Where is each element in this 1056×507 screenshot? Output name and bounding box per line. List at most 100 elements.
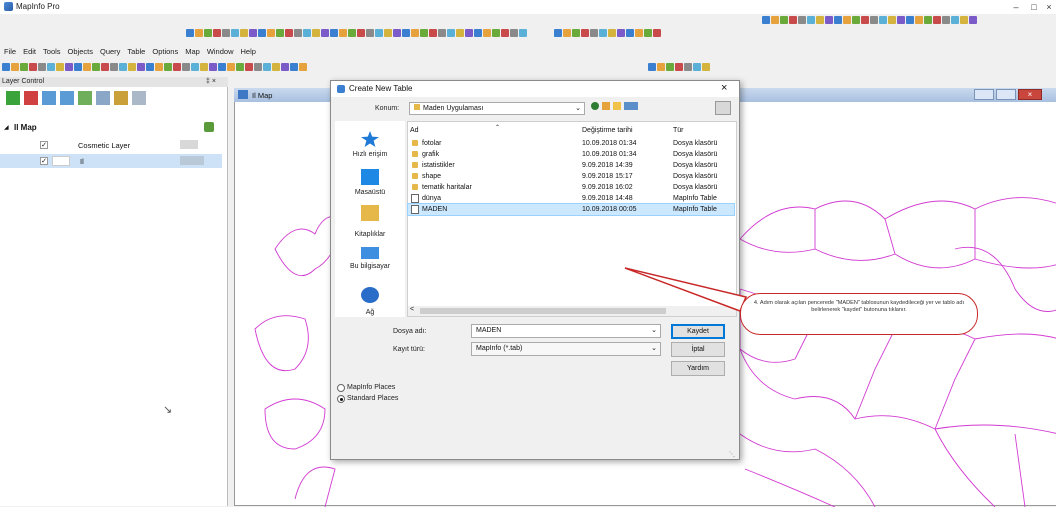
toolbar-tool-icon[interactable] xyxy=(281,62,289,71)
place-libraries[interactable]: Kitaplıklar xyxy=(335,231,405,238)
toolbar-tool-icon[interactable] xyxy=(429,28,437,37)
tools-toolbar[interactable] xyxy=(762,14,977,25)
toolbar-tool-icon[interactable] xyxy=(666,62,674,71)
back-icon[interactable] xyxy=(591,102,599,110)
toolbar-tool-icon[interactable] xyxy=(906,15,914,24)
save-button[interactable]: Kaydet xyxy=(671,324,725,339)
place-desktop[interactable]: Masaüstü xyxy=(335,189,405,196)
radio-mapinfo-places[interactable] xyxy=(337,384,345,392)
toolbar-tool-icon[interactable] xyxy=(222,28,230,37)
column-name[interactable]: Ad xyxy=(410,125,419,136)
cancel-button[interactable]: İptal xyxy=(671,342,725,357)
toolbar-tool-icon[interactable] xyxy=(572,28,580,37)
libraries-icon[interactable] xyxy=(361,205,379,221)
file-row[interactable]: fotolar 10.09.2018 01:34 Dosya klasörü xyxy=(408,138,734,149)
toolbar-tool-icon[interactable] xyxy=(590,28,598,37)
toolbar-tool-icon[interactable] xyxy=(83,62,91,71)
menu-file[interactable]: File xyxy=(4,47,16,57)
toolbar-tool-icon[interactable] xyxy=(155,62,163,71)
minimize-icon[interactable]: – xyxy=(1008,1,1024,13)
move-down-icon[interactable] xyxy=(60,91,74,105)
toolbar-tool-icon[interactable] xyxy=(11,62,19,71)
map-restore-icon[interactable] xyxy=(996,89,1016,100)
place-quick-access[interactable]: Hızlı erişim xyxy=(335,151,405,158)
filename-input[interactable]: MADEN ⌄ xyxy=(471,324,661,338)
toolbar-tool-icon[interactable] xyxy=(888,15,896,24)
toolbar-tool-icon[interactable] xyxy=(330,28,338,37)
layer-row-il[interactable]: ✓ Il xyxy=(0,154,222,168)
location-dropdown[interactable]: Maden Uygulaması ⌄ xyxy=(409,102,585,115)
collapse-icon[interactable]: ◢ xyxy=(4,124,9,131)
toolbar-tool-icon[interactable] xyxy=(554,28,562,37)
move-up-icon[interactable] xyxy=(42,91,56,105)
toolbar-tool-icon[interactable] xyxy=(852,15,860,24)
filetype-dropdown[interactable]: MapInfo (*.tab) ⌄ xyxy=(471,342,661,356)
toolbar-tool-icon[interactable] xyxy=(267,28,275,37)
toolbar-tool-icon[interactable] xyxy=(465,28,473,37)
toolbar-tool-icon[interactable] xyxy=(492,28,500,37)
toolbar-tool-icon[interactable] xyxy=(110,62,118,71)
display-options-icon[interactable] xyxy=(96,91,110,105)
file-row[interactable]: grafik 10.09.2018 01:34 Dosya klasörü xyxy=(408,149,734,160)
toolbar-tool-icon[interactable] xyxy=(843,15,851,24)
toolbar-tool-icon[interactable] xyxy=(411,28,419,37)
toolbar-tool-icon[interactable] xyxy=(272,62,280,71)
toolbar-tool-icon[interactable] xyxy=(915,15,923,24)
layer-visible-checkbox[interactable]: ✓ xyxy=(40,157,48,165)
add-layer-icon[interactable] xyxy=(6,91,20,105)
menu-table[interactable]: Table xyxy=(127,47,145,57)
toolbar-tool-icon[interactable] xyxy=(245,62,253,71)
toolbar-tool-icon[interactable] xyxy=(186,28,194,37)
layer-style-swatch[interactable] xyxy=(52,156,70,166)
map-options-icon[interactable] xyxy=(204,122,214,132)
toolbar-tool-icon[interactable] xyxy=(375,28,383,37)
toolbar-tool-icon[interactable] xyxy=(348,28,356,37)
layer-edit-icon[interactable] xyxy=(180,156,204,165)
file-row[interactable]: dünya 9.09.2018 14:48 MapInfo Table xyxy=(408,193,734,204)
up-folder-icon[interactable] xyxy=(602,102,610,110)
toolbar-tool-icon[interactable] xyxy=(420,28,428,37)
menu-edit[interactable]: Edit xyxy=(23,47,36,57)
toolbar-tool-icon[interactable] xyxy=(402,28,410,37)
toolbar-tool-icon[interactable] xyxy=(693,62,701,71)
map-close-icon[interactable]: × xyxy=(1018,89,1042,100)
toolbar-tool-icon[interactable] xyxy=(321,28,329,37)
toolbar-tool-icon[interactable] xyxy=(65,62,73,71)
toolbar-tool-icon[interactable] xyxy=(563,28,571,37)
toolbar-tool-icon[interactable] xyxy=(816,15,824,24)
toolbar-tool-icon[interactable] xyxy=(861,15,869,24)
toolbar-tool-icon[interactable] xyxy=(101,62,109,71)
toolbar-tool-icon[interactable] xyxy=(182,62,190,71)
toolbar-tool-icon[interactable] xyxy=(447,28,455,37)
view-menu-icon[interactable] xyxy=(624,102,638,110)
file-row[interactable]: shape 9.09.2018 15:17 Dosya klasörü xyxy=(408,171,734,182)
toolbar-tool-icon[interactable] xyxy=(128,62,136,71)
pin-close-icon[interactable]: ‡ × xyxy=(206,78,216,85)
network-icon[interactable] xyxy=(361,287,379,303)
toolbar-tool-icon[interactable] xyxy=(510,28,518,37)
drawing-toolbar[interactable] xyxy=(554,27,661,38)
toolbar-tool-icon[interactable] xyxy=(384,28,392,37)
toolbar-tool-icon[interactable] xyxy=(675,62,683,71)
desktop-place-icon[interactable] xyxy=(361,169,379,185)
toolbar-tool-icon[interactable] xyxy=(798,15,806,24)
toolbar-tool-icon[interactable] xyxy=(501,28,509,37)
toolbar-tool-icon[interactable] xyxy=(644,28,652,37)
column-date[interactable]: Değiştirme tarihi xyxy=(582,125,633,136)
toolbar-tool-icon[interactable] xyxy=(258,28,266,37)
resize-grip-icon[interactable]: ⋱ xyxy=(729,451,735,458)
toolbar-tool-icon[interactable] xyxy=(227,62,235,71)
toolbar-tool-icon[interactable] xyxy=(933,15,941,24)
toolbar-tool-icon[interactable] xyxy=(648,62,656,71)
dialog-close-icon[interactable]: × xyxy=(721,82,727,94)
file-row[interactable]: tematik haritalar 9.09.2018 16:02 Dosya kl… xyxy=(408,182,734,193)
menu-objects[interactable]: Objects xyxy=(68,47,93,57)
toolbar-tool-icon[interactable] xyxy=(357,28,365,37)
mapping-toolbar[interactable] xyxy=(648,61,710,72)
layer-edit-icon[interactable] xyxy=(180,140,198,149)
toolbar-tool-icon[interactable] xyxy=(626,28,634,37)
toolbar-tool-icon[interactable] xyxy=(924,15,932,24)
toolbar-tool-icon[interactable] xyxy=(960,15,968,24)
close-icon[interactable]: × xyxy=(1041,1,1056,13)
toolbar-tool-icon[interactable] xyxy=(474,28,482,37)
